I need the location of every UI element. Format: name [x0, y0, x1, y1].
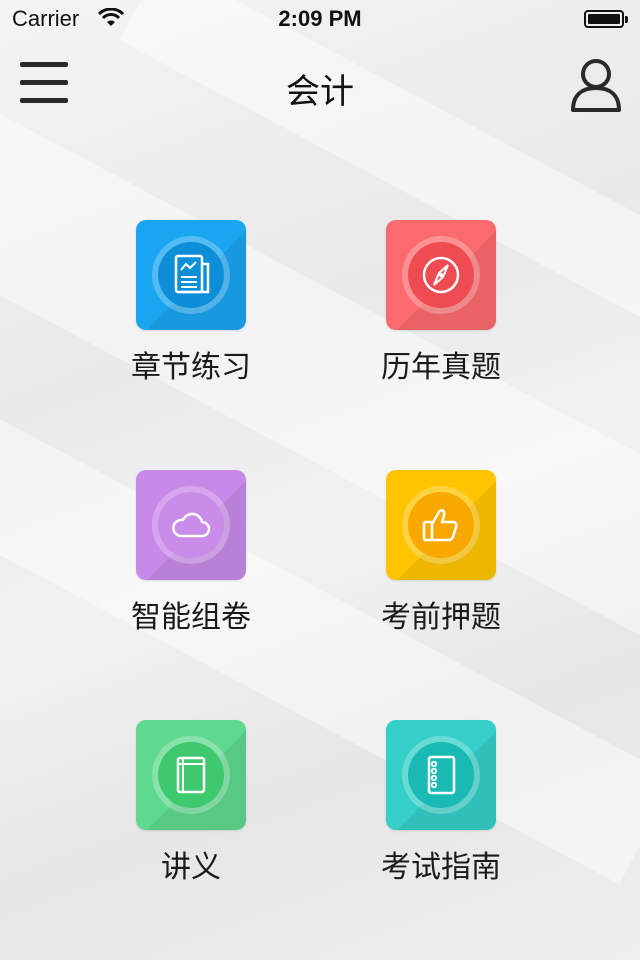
tile-past-exams[interactable]: 历年真题	[331, 220, 551, 390]
tile-icon-background	[386, 220, 496, 330]
newspaper-icon	[174, 254, 210, 294]
tile-exam-guide[interactable]: 考试指南	[331, 720, 551, 890]
tile-label: 智能组卷	[131, 600, 251, 635]
tile-chapter-practice[interactable]: 章节练习	[81, 220, 301, 390]
book-icon	[176, 756, 206, 794]
tile-label: 讲义	[161, 850, 221, 885]
tile-icon-background	[386, 470, 496, 580]
notebook-icon	[427, 755, 456, 795]
tile-icon-background	[136, 720, 246, 830]
feature-grid: 章节练习 历年真题 智能组卷 考前押题 讲义 考试指南	[0, 0, 640, 960]
tile-icon-background	[136, 470, 246, 580]
tile-label: 章节练习	[131, 350, 251, 385]
tile-label: 考前押题	[381, 600, 501, 635]
tile-pre-exam-questions[interactable]: 考前押题	[331, 470, 551, 640]
tile-smart-paper[interactable]: 智能组卷	[81, 470, 301, 640]
compass-icon	[422, 256, 460, 294]
tile-icon-background	[136, 220, 246, 330]
thumbs-up-icon	[422, 509, 458, 542]
tile-label: 历年真题	[381, 350, 501, 385]
cloud-icon	[172, 512, 211, 538]
tile-icon-background	[386, 720, 496, 830]
tile-label: 考试指南	[381, 850, 501, 885]
tile-lecture-notes[interactable]: 讲义	[81, 720, 301, 890]
